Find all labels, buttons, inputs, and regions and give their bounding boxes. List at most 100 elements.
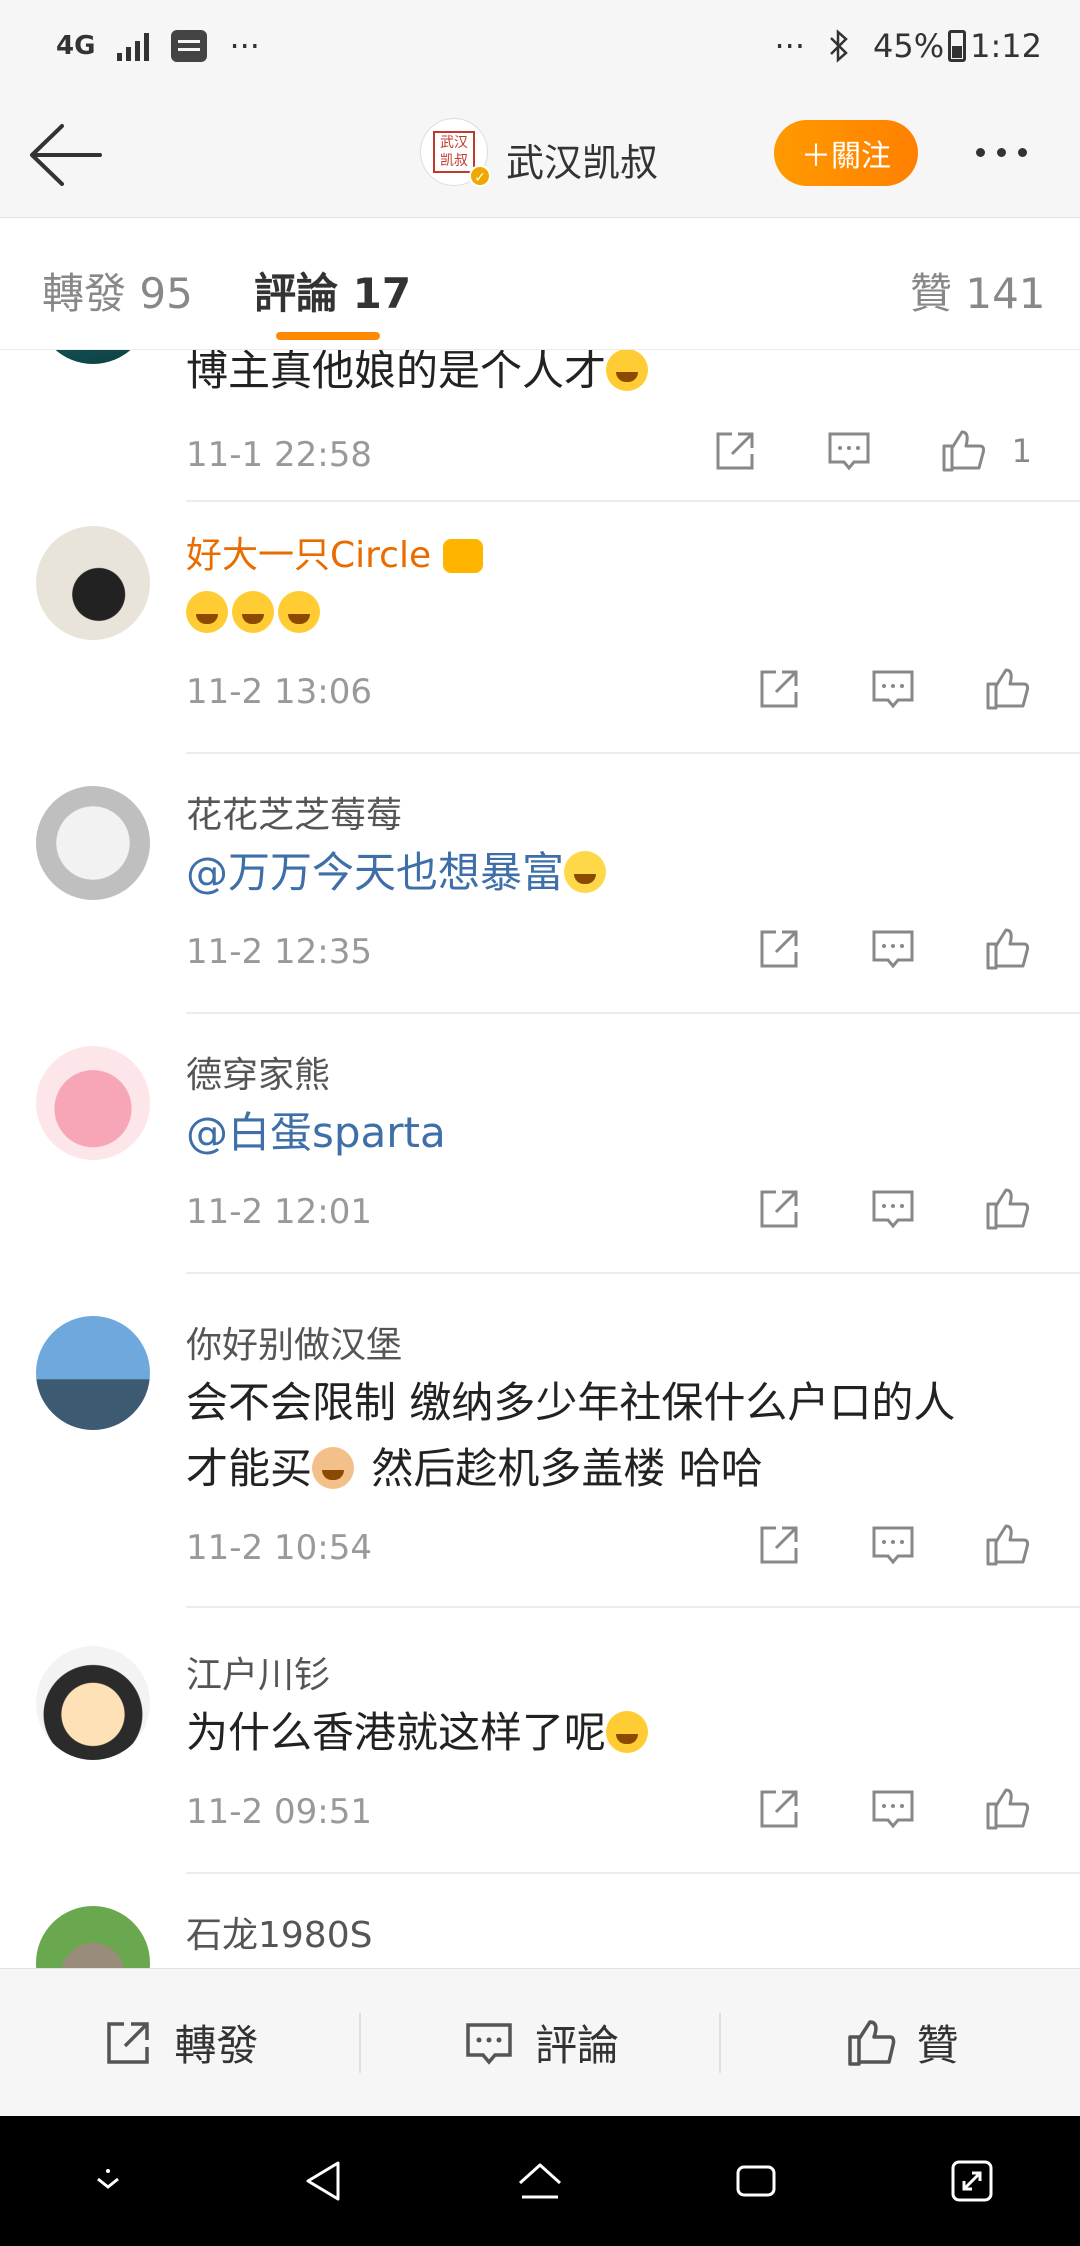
divider bbox=[186, 1872, 1080, 1874]
account-avatar[interactable]: 武汉凯叔 ✓ bbox=[420, 118, 491, 187]
comment-icon[interactable] bbox=[824, 426, 874, 476]
share-icon[interactable] bbox=[754, 924, 804, 974]
comment-actions bbox=[754, 1784, 1032, 1834]
commenter-name[interactable]: 石龙1980S bbox=[186, 1906, 372, 1958]
comment-list[interactable]: 博主真他娘的是个人才 11-1 22:58 1 好大一只Circle 11-2 … bbox=[0, 350, 1080, 1968]
avatar[interactable] bbox=[36, 1046, 150, 1160]
cat-emoji-icon bbox=[312, 1447, 355, 1489]
commenter-name[interactable]: 你好别做汉堡 bbox=[186, 1316, 402, 1368]
tab-comments[interactable]: 評論 17 bbox=[254, 260, 411, 321]
divider bbox=[186, 1606, 1080, 1608]
share-icon[interactable] bbox=[754, 664, 804, 714]
like-icon[interactable] bbox=[982, 1784, 1032, 1834]
repost-button[interactable]: 轉發 bbox=[0, 2012, 359, 2073]
comment-text: 为什么香港就这样了呢 bbox=[186, 1700, 652, 1766]
crying-laughing-emoji-icon bbox=[606, 1711, 649, 1753]
avatar[interactable] bbox=[36, 350, 150, 364]
avatar[interactable] bbox=[36, 786, 150, 900]
comment-icon[interactable] bbox=[868, 1520, 918, 1570]
back-arrow-icon[interactable] bbox=[26, 120, 106, 190]
message-notification-icon bbox=[171, 30, 208, 62]
status-dots: ··· bbox=[774, 27, 806, 65]
comment-time: 11-2 10:54 bbox=[186, 1528, 372, 1568]
avatar[interactable] bbox=[36, 1906, 150, 1968]
account-logo: 武汉凯叔 bbox=[433, 131, 475, 173]
comment-text-continued: 才能买 然后趁机多盖楼 哈哈 bbox=[186, 1444, 763, 1493]
share-icon[interactable] bbox=[754, 1784, 804, 1834]
comment-button[interactable]: 評論 bbox=[361, 2012, 720, 2073]
system-navigation-bar bbox=[0, 2116, 1080, 2246]
like-icon[interactable] bbox=[982, 924, 1032, 974]
divider bbox=[186, 752, 1080, 754]
share-icon[interactable] bbox=[710, 426, 760, 476]
sys-expand-icon[interactable] bbox=[944, 2153, 1000, 2209]
laughing-emoji-icon bbox=[278, 591, 320, 633]
comment-time: 11-2 12:35 bbox=[186, 932, 372, 972]
comment-icon[interactable] bbox=[868, 1784, 918, 1834]
signal-icon bbox=[117, 31, 150, 61]
bluetooth-icon bbox=[830, 29, 848, 63]
like-label: 贊 bbox=[916, 2021, 959, 2070]
comment-actions bbox=[754, 924, 1032, 974]
repost-label: 轉發 bbox=[174, 2021, 259, 2070]
like-icon[interactable] bbox=[938, 426, 988, 476]
share-icon bbox=[107, 2021, 150, 2064]
commenter-name[interactable]: 花花芝芝莓莓 bbox=[186, 786, 402, 838]
comment-actions bbox=[754, 664, 1032, 714]
battery-icon bbox=[948, 30, 967, 62]
tab-bar: 轉發 95 評論 17 贊 141 bbox=[0, 218, 1080, 350]
verified-badge-icon: ✓ bbox=[469, 165, 491, 187]
commenter-name[interactable]: 德穿家熊 bbox=[186, 1046, 330, 1098]
comment-text[interactable]: @万万今天也想暴富 bbox=[186, 840, 610, 906]
laughing-emoji-icon bbox=[606, 350, 649, 391]
bottom-action-bar: 轉發 評論 贊 bbox=[0, 1968, 1080, 2116]
tab-likes[interactable]: 贊 141 bbox=[910, 260, 1046, 321]
comment-icon[interactable] bbox=[868, 924, 918, 974]
tab-repost[interactable]: 轉發 95 bbox=[42, 260, 193, 321]
sys-recents-icon[interactable] bbox=[728, 2153, 784, 2209]
like-count: 1 bbox=[1011, 432, 1032, 470]
like-icon[interactable] bbox=[982, 1520, 1032, 1570]
vip-crown-icon bbox=[442, 539, 483, 573]
account-name[interactable]: 武汉凯叔 bbox=[506, 132, 658, 187]
like-icon bbox=[847, 2019, 895, 2066]
comment-icon[interactable] bbox=[868, 664, 918, 714]
comment-text: 博主真他娘的是个人才 bbox=[186, 350, 652, 404]
share-icon[interactable] bbox=[754, 1520, 804, 1570]
crying-duck-emoji-icon bbox=[564, 851, 607, 893]
comment-time: 11-2 12:01 bbox=[186, 1192, 372, 1232]
like-icon[interactable] bbox=[982, 1184, 1032, 1234]
comment-item: 石龙1980S bbox=[0, 1906, 1080, 1968]
sys-down-icon[interactable] bbox=[80, 2153, 136, 2209]
comment-item: 花花芝芝莓莓 @万万今天也想暴富 11-2 12:35 bbox=[0, 786, 1080, 1016]
share-icon[interactable] bbox=[754, 1184, 804, 1234]
comment-actions bbox=[754, 1184, 1032, 1234]
divider bbox=[186, 1272, 1080, 1274]
divider bbox=[186, 500, 1080, 502]
comment-icon[interactable] bbox=[868, 1184, 918, 1234]
comment-time: 11-2 09:51 bbox=[186, 1792, 372, 1832]
top-navigation: 武汉凯叔 ✓ 武汉凯叔 ＋關注 bbox=[0, 92, 1080, 218]
like-button[interactable]: 贊 bbox=[721, 2012, 1080, 2073]
comment-text: 会不会限制 缴纳多少年社保什么户口的人 bbox=[186, 1378, 956, 1427]
battery-percent: 45% bbox=[873, 27, 945, 65]
avatar[interactable] bbox=[36, 526, 150, 640]
like-icon[interactable] bbox=[982, 664, 1032, 714]
sys-back-icon[interactable] bbox=[296, 2153, 352, 2209]
comment-actions bbox=[754, 1520, 1032, 1570]
avatar[interactable] bbox=[36, 1646, 150, 1760]
comment-time: 11-1 22:58 bbox=[186, 435, 372, 475]
avatar[interactable] bbox=[36, 1316, 150, 1430]
comment-actions: 1 bbox=[710, 426, 1032, 476]
comment-item: 你好别做汉堡 会不会限制 缴纳多少年社保什么户口的人 才能买 然后趁机多盖楼 哈… bbox=[0, 1316, 1080, 1646]
comment-text[interactable]: @白蛋sparta bbox=[186, 1100, 446, 1166]
comment-time: 11-2 13:06 bbox=[186, 672, 372, 712]
sys-home-icon[interactable] bbox=[512, 2153, 568, 2209]
status-bar: 4G ··· ··· 45% 1:12 bbox=[0, 0, 1080, 92]
follow-button[interactable]: ＋關注 bbox=[774, 120, 918, 186]
commenter-name[interactable]: 好大一只Circle bbox=[186, 526, 483, 578]
comment-item: 江户川钐 为什么香港就这样了呢 11-2 09:51 bbox=[0, 1646, 1080, 1876]
commenter-name[interactable]: 江户川钐 bbox=[186, 1646, 330, 1698]
more-icon[interactable] bbox=[976, 132, 1056, 172]
more-notifications-indicator: ··· bbox=[229, 27, 260, 65]
